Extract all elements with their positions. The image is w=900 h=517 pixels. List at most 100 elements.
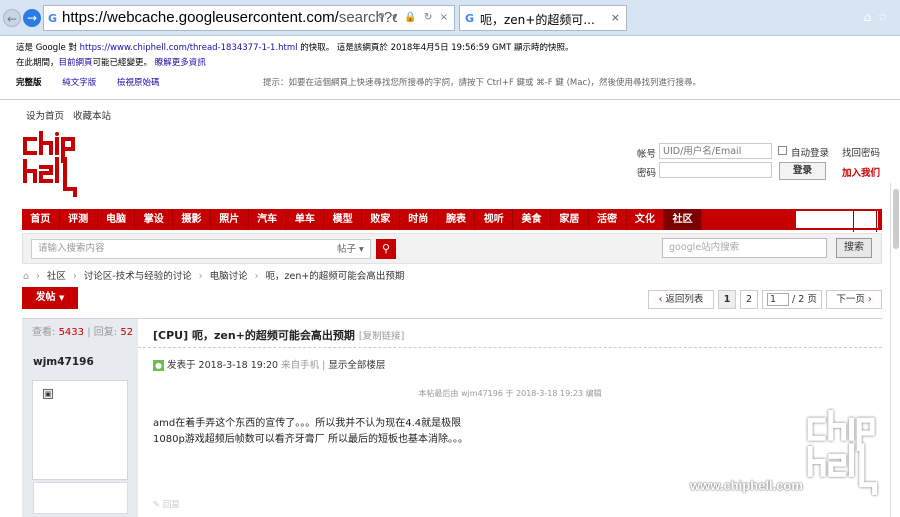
nav-item-photos[interactable]: 照片: [211, 209, 249, 230]
set-homepage-link[interactable]: 设为首页: [26, 111, 64, 122]
address-url[interactable]: https://webcache.googleusercontent.com/s…: [62, 9, 397, 26]
reply-button[interactable]: ✎ 回复: [153, 498, 180, 510]
home-icon[interactable]: ⌂: [23, 271, 29, 282]
nav-item-shopping[interactable]: 败家: [362, 209, 400, 230]
replies-count: 52: [120, 327, 134, 338]
cache-hint: 提示：如要在這個網頁上快速尋找您所搜尋的字詞，請按下 Ctrl+F 鍵或 ⌘-F…: [263, 78, 701, 88]
nav-item-photography[interactable]: 摄影: [173, 209, 211, 230]
search-bar: 请输入搜索内容 帖子 ▾ ⚲ google站内搜索 搜索: [22, 233, 882, 264]
cache-text: 可能已經變更。: [92, 58, 155, 68]
view-source-link[interactable]: 檢視原始碼: [117, 78, 160, 88]
nav-item-handheld[interactable]: 掌设: [135, 209, 174, 230]
meta-separator: |: [322, 360, 326, 371]
password-input[interactable]: [659, 162, 772, 178]
tab-title: 呃，zen+的超频可...: [480, 13, 595, 27]
online-icon: ●: [153, 360, 164, 371]
join-link[interactable]: 加入我们: [842, 165, 880, 179]
nav-item-pc[interactable]: 电脑: [98, 209, 136, 230]
nav-item-home-deco[interactable]: 家居: [551, 209, 589, 230]
back-to-list-label: 返回列表: [665, 294, 704, 305]
reply-label: 回复: [162, 500, 180, 510]
search-icon[interactable]: ⚲: [376, 239, 396, 259]
chevron-down-icon: ▼: [59, 294, 65, 302]
scrollbar-thumb[interactable]: [893, 189, 899, 249]
post-source: 来自手机: [281, 360, 320, 371]
show-all-floors-link[interactable]: 显示全部楼层: [328, 360, 385, 371]
breadcrumb-sep-icon: ›: [72, 271, 77, 282]
chevron-down-icon: ▾: [854, 211, 877, 232]
nav-item-bike[interactable]: 单车: [286, 209, 325, 230]
breadcrumb-discussion[interactable]: 讨论区-技术与经验的讨论: [84, 271, 192, 282]
chiphell-logo[interactable]: [21, 131, 83, 201]
account-input[interactable]: [659, 143, 772, 159]
nav-item-community[interactable]: 社区: [664, 209, 703, 230]
nav-item-home[interactable]: 首页: [22, 209, 60, 230]
forward-button[interactable]: →: [23, 9, 41, 27]
watermark-text: www.chiphell.com: [690, 478, 803, 493]
author-name[interactable]: wjm47196: [33, 356, 94, 368]
learn-more-link[interactable]: 瞭解更多資訊: [155, 58, 206, 68]
text-version-link[interactable]: 純文字版: [62, 78, 96, 88]
find-password-link[interactable]: 找回密码: [842, 145, 880, 159]
copy-link-button[interactable]: [复制链接]: [359, 331, 404, 342]
search-placeholder: 请输入搜索内容: [38, 243, 105, 254]
cache-source-link[interactable]: https://www.chiphell.com/thread-1834377-…: [80, 43, 298, 53]
search-type-select[interactable]: 帖子 ▾: [337, 241, 364, 259]
search-type-label: 帖子: [337, 244, 357, 255]
broken-image-icon: ▣: [43, 389, 53, 399]
login-box: 帐号 自动登录 找回密码 密码 登录 加入我们: [637, 143, 887, 183]
search-input[interactable]: 请输入搜索内容 帖子 ▾: [31, 239, 371, 259]
google-search-input[interactable]: google站内搜索: [662, 238, 827, 258]
back-to-list-button[interactable]: ‹ 返回列表: [648, 290, 714, 309]
breadcrumb-thread[interactable]: 呃，zen+的超频可能会高出预期: [266, 271, 405, 282]
breadcrumb-sep-icon: ›: [36, 271, 40, 282]
back-button[interactable]: ←: [3, 9, 21, 27]
page-scrollbar[interactable]: [890, 183, 900, 517]
nav-item-watch[interactable]: 腕表: [438, 209, 476, 230]
author-info-box: [33, 482, 128, 514]
login-button[interactable]: 登录: [779, 162, 826, 180]
auto-login-label[interactable]: 自动登录: [791, 145, 829, 159]
page-total: / 2 页: [792, 294, 817, 305]
page-jump-input[interactable]: 1: [767, 293, 789, 306]
new-post-button[interactable]: 发帖 ▼: [22, 287, 78, 309]
nav-item-model[interactable]: 模型: [324, 209, 363, 230]
quick-nav-button[interactable]: 快捷导航 ▾: [796, 211, 878, 232]
address-bar[interactable]: G https://webcache.googleusercontent.com…: [43, 5, 455, 31]
nav-item-food[interactable]: 美食: [513, 209, 551, 230]
address-actions-icon[interactable]: ⚲ ▾ 🔒 ↻ ×: [378, 12, 450, 23]
nav-item-fashion[interactable]: 时尚: [400, 209, 438, 230]
current-page-link[interactable]: 目前網頁: [59, 58, 93, 68]
post-content: amd在着手弄这个东西的宣传了。。。所以我并不认为现在4.4就是极限 1080p…: [153, 416, 468, 448]
replies-label: 回复:: [93, 327, 118, 338]
quick-nav-label: 快捷导航: [796, 211, 854, 232]
chevron-right-icon: ›: [867, 294, 872, 305]
page-2-button[interactable]: 2: [740, 290, 758, 309]
nav-item-av[interactable]: 视听: [475, 209, 514, 230]
auto-login-checkbox[interactable]: [778, 146, 787, 155]
thread-title: [CPU] 呃，zen+的超频可能会高出预期 [复制链接]: [153, 327, 404, 343]
full-version-label: 完整版: [16, 78, 42, 88]
page-1-button[interactable]: 1: [718, 290, 736, 309]
tab-close-icon[interactable]: ×: [611, 11, 620, 24]
next-page-button[interactable]: 下一页 ›: [826, 290, 882, 309]
browser-toolbar: ← → G https://webcache.googleusercontent…: [0, 0, 900, 36]
avatar[interactable]: ▣: [32, 380, 128, 480]
browser-tab[interactable]: G 呃，zen+的超频可... ×: [459, 5, 627, 31]
breadcrumb-community[interactable]: 社区: [47, 271, 66, 282]
nav-item-huomi[interactable]: 活密: [589, 209, 627, 230]
home-star-icons[interactable]: ⌂☆: [864, 10, 894, 24]
bookmark-link[interactable]: 收藏本站: [73, 111, 111, 122]
google-search-button[interactable]: 搜索: [836, 238, 872, 258]
views-count: 5433: [58, 327, 85, 338]
top-links: 设为首页 收藏本站: [26, 108, 117, 122]
nav-item-culture[interactable]: 文化: [627, 209, 665, 230]
breadcrumb-sep-icon: ›: [198, 271, 203, 282]
cache-version-row: 完整版 純文字版 檢視原始碼 提示：如要在這個網頁上快速尋找您所搜尋的字詞，請按…: [16, 76, 886, 88]
stats-separator: |: [87, 327, 91, 338]
breadcrumb-pc-discussion[interactable]: 电脑讨论: [210, 271, 248, 282]
post-meta: ● 发表于 2018-3-18 19:20 来自手机 | 显示全部楼层: [153, 357, 385, 371]
nav-item-review[interactable]: 评测: [60, 209, 98, 230]
nav-item-car[interactable]: 汽车: [249, 209, 287, 230]
thread-stats: 查看: 5433 | 回复: 52: [22, 318, 138, 348]
